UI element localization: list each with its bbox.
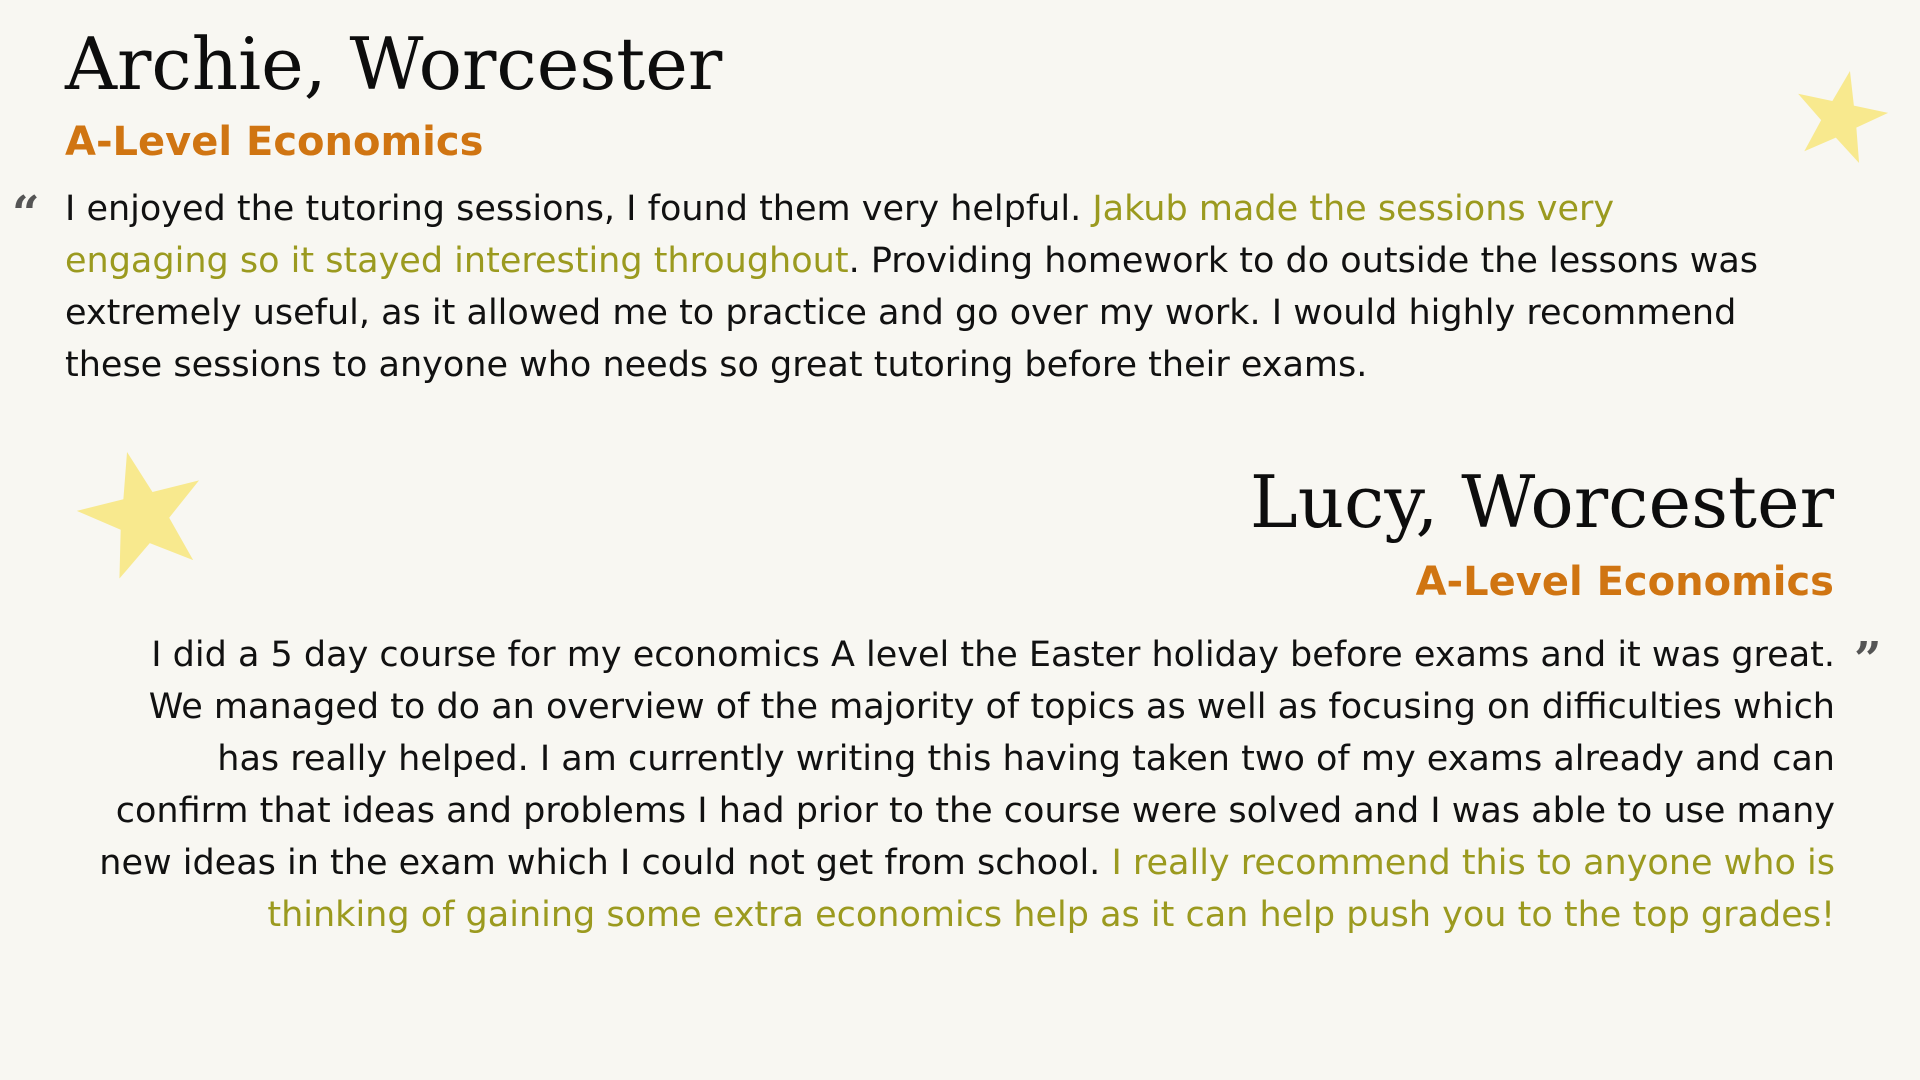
star-shape [76,451,200,579]
quote-text: I enjoyed the tutoring sessions, I found… [65,189,1093,229]
testimonial-subject: A-Level Economics [1415,559,1834,605]
star-icon [1798,71,1889,163]
testimonial-quote: I enjoyed the tutoring sessions, I found… [65,183,1785,391]
star-icon [76,451,200,579]
open-quote-icon: “ [12,186,40,242]
close-quote-icon: ” [1854,632,1882,688]
testimonial-name: Archie, Worcester [65,22,723,106]
testimonial-name: Lucy, Worcester [1249,460,1834,544]
testimonial-quote: I did a 5 day course for my economics A … [90,629,1835,941]
star-shape [1798,71,1889,163]
testimonial-subject: A-Level Economics [65,119,484,165]
